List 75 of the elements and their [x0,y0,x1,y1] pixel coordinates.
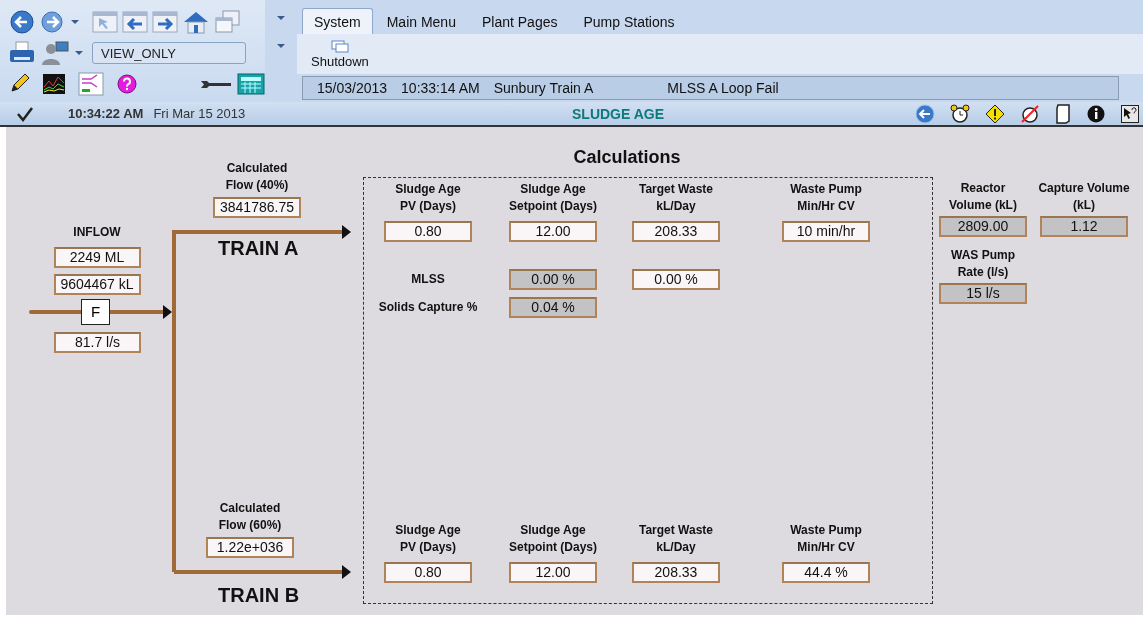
value-field[interactable]: 208.33 [632,221,720,242]
value-field[interactable]: 12.00 [509,221,597,242]
value-field[interactable]: 10 min/hr [782,221,870,242]
alarm-time: 10:33:14 AM [401,80,480,96]
column-label: Waste Pump Min/Hr CV [790,181,862,215]
info-icon[interactable] [1086,103,1106,124]
pencil-icon[interactable] [8,72,30,95]
column-label: Waste Pump Min/Hr CV [790,522,862,556]
caret-icon[interactable] [276,41,286,51]
flow-instrument: F [81,299,110,325]
calculations-title: Calculations [572,147,682,168]
value-field: 2809.00 [939,216,1027,237]
calculator-icon[interactable] [237,72,265,95]
page-title: SLUDGE AGE [572,105,665,122]
document-icon[interactable] [1055,103,1071,124]
value-field[interactable]: 0.80 [384,221,472,242]
reactor-label: Reactor Volume (kL) [949,180,1017,214]
reactor-label: WAS Pump Rate (l/s) [951,247,1015,281]
menu-tab[interactable]: Plant Pages [469,8,570,34]
forward-window-icon[interactable] [152,9,178,34]
value-field[interactable]: 44.4 % [782,562,870,583]
value-field[interactable]: 12.00 [509,562,597,583]
back-icon[interactable] [915,103,935,124]
value-field: 15 l/s [939,283,1027,304]
menu-tab[interactable]: Main Menu [374,8,468,34]
shutdown-button[interactable]: Shutdown [311,39,369,69]
reactor-label: Capture Volume (kL) [1038,180,1130,214]
check-icon [16,105,34,122]
user-monitor-icon[interactable] [40,39,70,66]
value-field[interactable]: 208.33 [632,562,720,583]
column-label: Sludge Age PV (Days) [395,181,461,215]
column-label: Sludge Age Setpoint (Days) [509,181,597,215]
alarm-message: MLSS A Loop Fail [667,80,779,96]
train-label: TRAIN A [218,237,299,260]
help-icon[interactable] [116,72,138,95]
column-label: Target Waste kL/Day [639,181,713,215]
clock-time: 10:34:22 AM [68,106,144,121]
user-field[interactable]: VIEW_ONLY [92,41,246,64]
help-pointer-icon[interactable] [1121,104,1139,123]
caret-icon[interactable] [276,13,286,23]
row-label: Solids Capture % [378,299,478,316]
value-field: 1.12 [1040,216,1128,237]
flow-rate-field: 81.7 l/s [54,332,141,353]
forward-icon[interactable] [40,9,66,34]
clock-date: Fri Mar 15 2013 [153,106,246,121]
report-icon[interactable] [78,71,104,96]
value-field: 0.00 % [509,269,597,290]
back-icon[interactable] [8,9,36,34]
value-field[interactable]: 0.00 % [632,269,720,290]
total-field: 9604467 kL [53,274,141,295]
train-label: TRAIN B [218,584,300,607]
flow-value: 1.22e+036 [206,537,294,558]
column-label: Sludge Age Setpoint (Days) [509,522,597,556]
alarm-bar[interactable]: 15/03/2013 10:33:14 AM Sunbury Train A MLSS A Loop Fail [302,76,1119,100]
value-field[interactable]: 0.80 [384,562,472,583]
alarm-clock-icon[interactable] [950,103,970,124]
total-field: 2249 ML [53,247,141,268]
trend-chart-icon[interactable] [42,72,66,95]
home-icon[interactable] [182,9,210,34]
column-label: Sludge Age PV (Days) [395,522,461,556]
alarm-off-icon[interactable] [1020,103,1040,124]
alarm-date: 15/03/2013 [317,80,388,96]
menu-tab[interactable]: Pump Stations [571,8,687,34]
inflow-label: INFLOW [73,224,121,241]
menu-tab[interactable]: System [302,8,373,34]
warning-icon[interactable] [985,103,1005,124]
value-field: 0.04 % [509,297,597,318]
column-label: Target Waste kL/Day [639,522,713,556]
windows-icon [328,39,351,54]
flow-value: 3841786.75 [213,197,301,218]
back-window-icon[interactable] [122,9,148,34]
alarm-area: Sunbury Train A [493,80,594,96]
flow-label: Calculated Flow (60%) [218,500,282,534]
row-label: MLSS [411,271,445,288]
flow-label: Calculated Flow (40%) [225,160,289,194]
